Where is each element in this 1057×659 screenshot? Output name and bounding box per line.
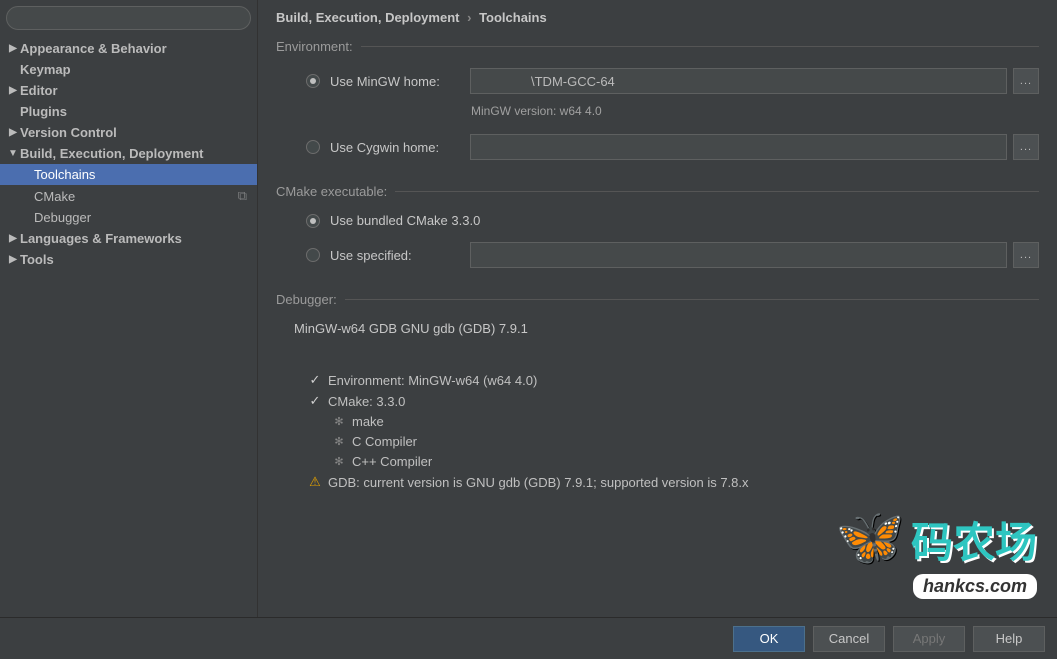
radio-cygwin-label: Use Cygwin home: (330, 140, 470, 155)
status-make: ✻ make (330, 414, 1039, 429)
sidebar-item-debugger[interactable]: Debugger (0, 207, 257, 228)
sidebar-item-label: Version Control (20, 125, 117, 140)
breadcrumb: Build, Execution, Deployment › Toolchain… (276, 10, 1039, 25)
spinner-icon: ✻ (330, 455, 348, 468)
radio-mingw[interactable] (306, 74, 320, 88)
radio-specified-cmake[interactable] (306, 248, 320, 262)
section-label: CMake executable: (276, 184, 387, 199)
sidebar-item-label: Tools (20, 252, 54, 267)
ok-button[interactable]: OK (733, 626, 805, 652)
cygwin-home-input[interactable] (470, 134, 1007, 160)
sidebar-item-cmake[interactable]: CMake ⧉ (0, 185, 257, 207)
dialog-button-bar: OK Cancel Apply Help (0, 617, 1057, 659)
section-debugger: Debugger: (276, 292, 1039, 307)
butterfly-icon: 🦋 (835, 504, 905, 570)
section-label: Environment: (276, 39, 353, 54)
sidebar-item-vcs[interactable]: ▶Version Control (0, 122, 257, 143)
mingw-version-note: MinGW version: w64 4.0 (471, 104, 1039, 118)
browse-mingw-button[interactable]: ... (1013, 68, 1039, 94)
sidebar-item-languages[interactable]: ▶Languages & Frameworks (0, 228, 257, 249)
status-text: CMake: 3.3.0 (328, 394, 405, 409)
status-text: C++ Compiler (352, 454, 432, 469)
check-icon: ✓ (306, 372, 324, 388)
sidebar-item-keymap[interactable]: Keymap (0, 59, 257, 80)
settings-tree: ▶Appearance & Behavior Keymap ▶Editor Pl… (0, 36, 257, 270)
status-cc: ✻ C Compiler (330, 434, 1039, 449)
sidebar-item-label: Languages & Frameworks (20, 231, 182, 246)
cmake-path-input[interactable] (470, 242, 1007, 268)
watermark: 🦋 码农场 hankcs.com (835, 504, 1037, 599)
spinner-icon: ✻ (330, 435, 348, 448)
breadcrumb-sep: › (467, 10, 471, 25)
sidebar-item-toolchains[interactable]: Toolchains (0, 164, 257, 185)
sidebar-item-tools[interactable]: ▶Tools (0, 249, 257, 270)
sidebar-item-build[interactable]: ▼Build, Execution, Deployment (0, 143, 257, 164)
radio-bundled-label: Use bundled CMake 3.3.0 (330, 213, 480, 228)
status-text: make (352, 414, 384, 429)
cancel-button[interactable]: Cancel (813, 626, 885, 652)
browse-cmake-button[interactable]: ... (1013, 242, 1039, 268)
radio-bundled-cmake[interactable] (306, 214, 320, 228)
search-input[interactable] (6, 6, 251, 30)
section-environment: Environment: (276, 39, 1039, 54)
apply-button[interactable]: Apply (893, 626, 965, 652)
sidebar-item-appearance[interactable]: ▶Appearance & Behavior (0, 38, 257, 59)
radio-mingw-label: Use MinGW home: (330, 74, 470, 89)
debugger-value: MinGW-w64 GDB GNU gdb (GDB) 7.9.1 (294, 321, 1039, 336)
status-text: GDB: current version is GNU gdb (GDB) 7.… (328, 475, 749, 490)
breadcrumb-root: Build, Execution, Deployment (276, 10, 459, 25)
check-icon: ✓ (306, 393, 324, 409)
mingw-home-input[interactable] (470, 68, 1007, 94)
help-button[interactable]: Help (973, 626, 1045, 652)
sidebar-item-label: Build, Execution, Deployment (20, 146, 203, 161)
radio-specified-label: Use specified: (330, 248, 470, 263)
settings-content: Build, Execution, Deployment › Toolchain… (258, 0, 1057, 617)
status-gdb-warn: ⚠ GDB: current version is GNU gdb (GDB) 7… (306, 474, 1039, 490)
sidebar-item-label: Plugins (20, 104, 67, 119)
project-scope-icon: ⧉ (238, 188, 247, 204)
breadcrumb-leaf: Toolchains (479, 10, 547, 25)
radio-cygwin[interactable] (306, 140, 320, 154)
watermark-logo: 码农场 (911, 509, 1037, 570)
sidebar-item-label: Editor (20, 83, 58, 98)
warning-icon: ⚠ (306, 474, 324, 490)
spinner-icon: ✻ (330, 415, 348, 428)
sidebar-item-editor[interactable]: ▶Editor (0, 80, 257, 101)
status-cxx: ✻ C++ Compiler (330, 454, 1039, 469)
sidebar-item-label: Toolchains (34, 167, 95, 182)
sidebar-item-label: Appearance & Behavior (20, 41, 167, 56)
status-text: C Compiler (352, 434, 417, 449)
sidebar-item-label: CMake (34, 189, 75, 204)
sidebar-item-plugins[interactable]: Plugins (0, 101, 257, 122)
status-text: Environment: MinGW-w64 (w64 4.0) (328, 373, 537, 388)
section-label: Debugger: (276, 292, 337, 307)
watermark-url: hankcs.com (913, 574, 1037, 599)
status-cmake: ✓ CMake: 3.3.0 (306, 393, 1039, 409)
sidebar-item-label: Keymap (20, 62, 71, 77)
settings-sidebar: ▶Appearance & Behavior Keymap ▶Editor Pl… (0, 0, 258, 617)
section-cmake: CMake executable: (276, 184, 1039, 199)
browse-cygwin-button[interactable]: ... (1013, 134, 1039, 160)
sidebar-item-label: Debugger (34, 210, 91, 225)
status-env: ✓ Environment: MinGW-w64 (w64 4.0) (306, 372, 1039, 388)
